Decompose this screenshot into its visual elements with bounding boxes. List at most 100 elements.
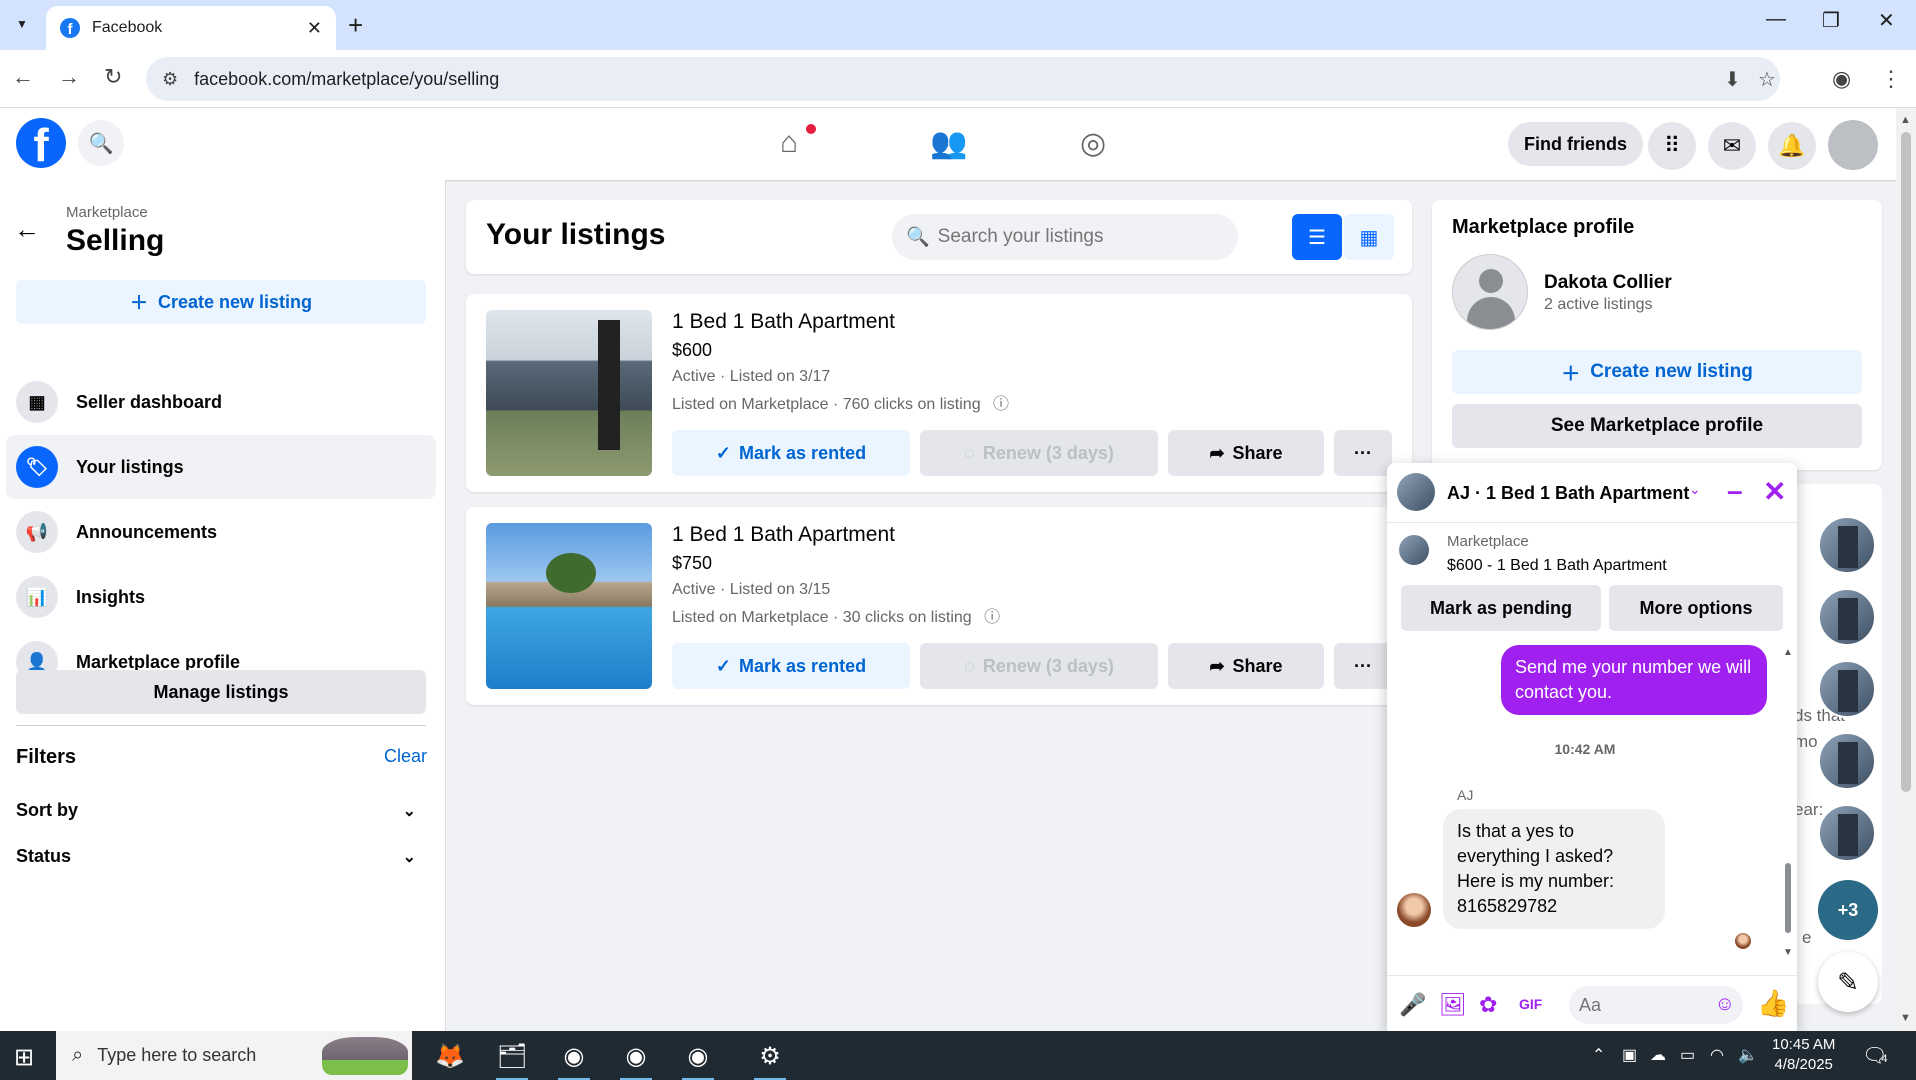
more-options-button[interactable]: More options [1609, 585, 1783, 631]
sort-by-dropdown[interactable]: Sort by ⌄ [16, 800, 416, 821]
chat-head[interactable] [1818, 516, 1876, 574]
renew-button[interactable]: ◌ Renew (3 days) [920, 430, 1158, 476]
site-info-icon[interactable]: ⚙ [162, 69, 178, 90]
chat-avatar[interactable] [1397, 473, 1435, 511]
browser-menu-icon[interactable]: ⋮ [1880, 66, 1902, 92]
back-icon[interactable]: ← [12, 64, 34, 90]
scroll-up-icon[interactable]: ▲ [1900, 114, 1911, 126]
manage-listings-button[interactable]: Manage listings [16, 670, 426, 714]
chrome-icon[interactable]: ◉ [614, 1037, 658, 1080]
minimize-window-icon[interactable]: — [1766, 8, 1786, 31]
onedrive-cloud-icon[interactable]: ☁ [1650, 1045, 1666, 1065]
tab-search-dropdown-icon[interactable]: ▼ [8, 10, 36, 38]
camera-icon[interactable]: ▣ [1622, 1045, 1637, 1065]
scroll-down-icon[interactable]: ▼ [1783, 947, 1793, 958]
scroll-thumb[interactable] [1901, 132, 1911, 792]
volume-icon[interactable]: 🔈 [1738, 1045, 1758, 1065]
sidebar-item-seller-dashboard[interactable]: ▦ Seller dashboard [6, 370, 436, 434]
sidebar-item-your-listings[interactable]: 🏷 Your listings [6, 435, 436, 499]
page-scrollbar[interactable]: ▲ ▼ [1896, 108, 1916, 1031]
listing-photo[interactable] [486, 310, 652, 476]
sticker-icon[interactable]: ✿ [1479, 992, 1497, 1018]
sidebar-item-insights[interactable]: 📊 Insights [6, 565, 436, 629]
more-chats-badge[interactable]: +3 [1818, 880, 1878, 940]
grid-view-icon[interactable]: ▦ [1344, 214, 1394, 260]
forward-icon[interactable]: → [58, 64, 80, 90]
chat-head[interactable] [1818, 588, 1876, 646]
home-icon[interactable]: ⌂ [780, 126, 798, 160]
filters-clear-link[interactable]: Clear [384, 746, 427, 767]
listing-photo[interactable] [486, 523, 652, 689]
more-options-button[interactable]: ··· [1334, 643, 1392, 689]
sidebar-item-announcements[interactable]: 📢 Announcements [6, 500, 436, 564]
breadcrumb[interactable]: Marketplace [66, 204, 148, 221]
facebook-logo-icon[interactable]: f [16, 118, 66, 168]
mark-as-rented-button[interactable]: ✓ Mark as rented [672, 430, 910, 476]
account-avatar[interactable] [1828, 120, 1878, 170]
listing-title[interactable]: 1 Bed 1 Bath Apartment [672, 523, 895, 547]
mark-as-rented-button[interactable]: ✓ Mark as rented [672, 643, 910, 689]
renew-button[interactable]: ◌ Renew (3 days) [920, 643, 1158, 689]
thumbs-up-icon[interactable]: 👍 [1757, 988, 1789, 1019]
chat-listing-item[interactable]: $600 - 1 Bed 1 Bath Apartment [1447, 557, 1667, 575]
install-app-icon[interactable]: ⬇ [1724, 67, 1741, 92]
profile-name[interactable]: Dakota Collier [1544, 272, 1672, 294]
share-button[interactable]: ➦ Share [1168, 643, 1324, 689]
scroll-down-icon[interactable]: ▼ [1900, 1012, 1911, 1024]
listing-search-box[interactable]: 🔍 [892, 214, 1238, 260]
chat-head[interactable] [1818, 660, 1876, 718]
see-marketplace-profile-button[interactable]: See Marketplace profile [1452, 404, 1862, 448]
chat-head[interactable] [1818, 804, 1876, 862]
firefox-icon[interactable]: 🦊 [428, 1037, 472, 1075]
tab-close-icon[interactable]: ✕ [307, 18, 322, 39]
chat-title[interactable]: AJ · 1 Bed 1 Bath Apartment [1447, 483, 1689, 504]
more-options-button[interactable]: ··· [1334, 430, 1392, 476]
message-input[interactable] [1579, 994, 1699, 1016]
back-arrow-icon[interactable]: ← [14, 214, 40, 245]
emoji-icon[interactable]: ☺ [1715, 993, 1735, 1016]
groups-icon[interactable]: ◎ [1080, 126, 1106, 161]
restore-window-icon[interactable]: ❐ [1822, 8, 1840, 33]
chat-scroll-thumb[interactable] [1785, 863, 1791, 933]
search-icon[interactable]: 🔍 [78, 120, 124, 166]
new-tab-icon[interactable]: + [348, 10, 363, 41]
address-bar[interactable]: ⚙ facebook.com/marketplace/you/selling ⬇… [146, 57, 1780, 101]
list-view-icon[interactable]: ☰ [1292, 214, 1342, 260]
messenger-icon[interactable]: ✉ [1708, 122, 1756, 170]
new-message-icon[interactable]: ✎ [1818, 952, 1878, 1012]
windows-start-icon[interactable]: ⊞ [14, 1043, 34, 1072]
info-icon[interactable]: ⓘ [993, 396, 1009, 413]
profile-avatar[interactable] [1452, 254, 1528, 330]
app-icon[interactable]: 🗂 [490, 1037, 534, 1080]
taskbar-search-box[interactable]: ⌕ Type here to search [56, 1031, 412, 1080]
chat-header[interactable]: AJ · 1 Bed 1 Bath Apartment ⌄ – ✕ [1387, 463, 1797, 523]
close-chat-icon[interactable]: ✕ [1763, 475, 1786, 508]
listing-search-input[interactable] [937, 226, 1218, 248]
gif-icon[interactable]: GIF [1519, 996, 1542, 1012]
microphone-icon[interactable]: 🎤 [1399, 992, 1426, 1018]
friends-icon[interactable]: 👥 [930, 126, 967, 161]
chrome-profile-icon[interactable]: ◉ [552, 1037, 596, 1080]
listing-card[interactable]: 1 Bed 1 Bath Apartment $750 Active · Lis… [466, 507, 1412, 705]
menu-grid-icon[interactable]: ⠿ [1648, 122, 1696, 170]
share-button[interactable]: ➦ Share [1168, 430, 1324, 476]
settings-gear-icon[interactable]: ⚙ [748, 1037, 792, 1080]
browser-tab[interactable]: f Facebook ✕ [46, 6, 336, 50]
reload-icon[interactable]: ↻ [104, 64, 122, 90]
wifi-icon[interactable]: ◠ [1710, 1045, 1724, 1065]
battery-icon[interactable]: ▭ [1680, 1045, 1695, 1065]
listing-title[interactable]: 1 Bed 1 Bath Apartment [672, 310, 895, 334]
create-new-listing-button[interactable]: ＋ Create new listing [16, 280, 426, 324]
sender-avatar[interactable] [1397, 893, 1431, 927]
close-window-icon[interactable]: ✕ [1878, 8, 1895, 33]
scroll-up-icon[interactable]: ▲ [1783, 647, 1793, 658]
chat-scrollbar[interactable]: ▲ ▼ [1783, 647, 1793, 958]
taskbar-clock[interactable]: 10:45 AM 4/8/2025 [1772, 1035, 1835, 1075]
notification-center-icon[interactable]: 🗨4 [1862, 1043, 1888, 1068]
profile-account-icon[interactable]: ◉ [1832, 66, 1851, 92]
tray-chevron-up-icon[interactable]: ⌃ [1592, 1045, 1605, 1065]
bookmark-star-icon[interactable]: ☆ [1758, 67, 1776, 92]
message-input-box[interactable]: ☺ [1569, 986, 1743, 1024]
chevron-down-icon[interactable]: ⌄ [1689, 481, 1701, 498]
status-dropdown[interactable]: Status ⌄ [16, 846, 416, 867]
